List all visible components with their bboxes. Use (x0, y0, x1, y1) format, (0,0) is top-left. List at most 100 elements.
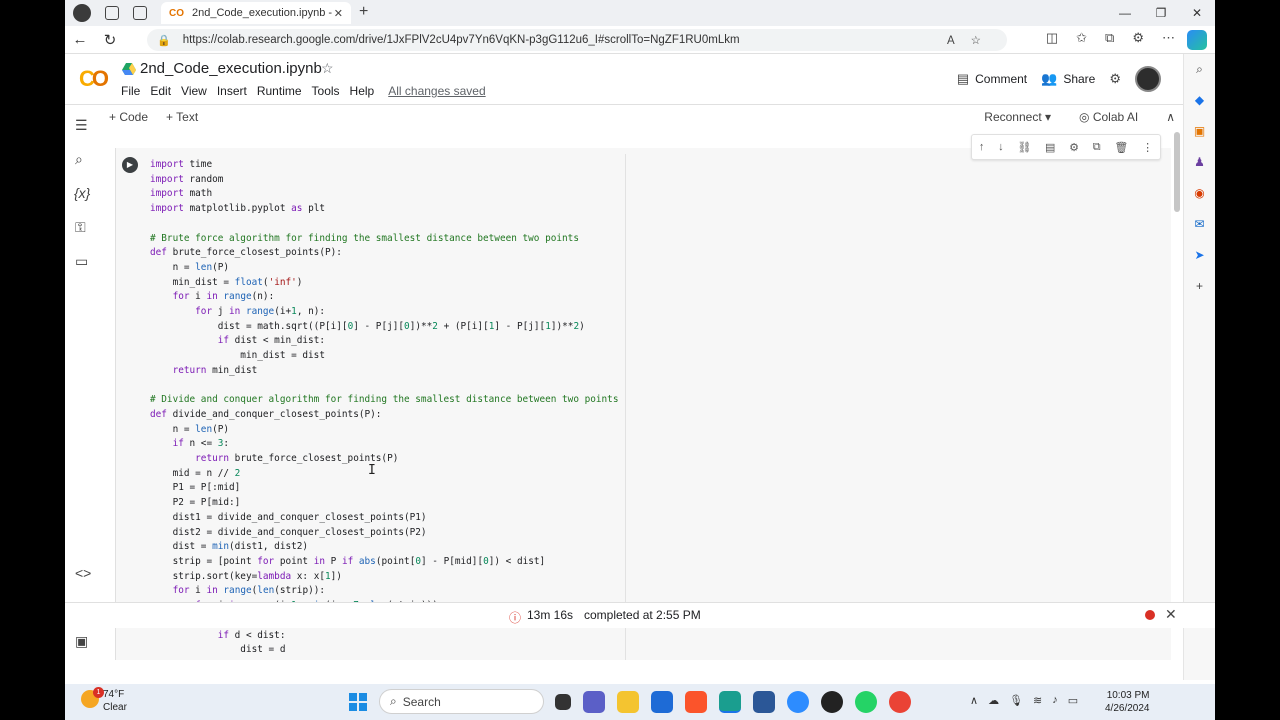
word-icon[interactable] (753, 691, 775, 713)
code-line[interactable]: for j in range(i+1, n): (150, 305, 658, 320)
minimize-icon[interactable]: — (1107, 0, 1143, 26)
save-status[interactable]: All changes saved (388, 84, 485, 98)
code-line[interactable]: if n <= 3: (150, 437, 658, 452)
code-line[interactable]: min_dist = dist (150, 349, 658, 364)
add-text-button[interactable]: + Text (166, 110, 198, 124)
code-line[interactable]: for i in range(len(strip)): (150, 584, 658, 599)
code-line[interactable]: dist = math.sqrt((P[i][0] - P[j][0])**2 … (150, 320, 658, 335)
edge-icon[interactable] (719, 691, 741, 713)
menu-view[interactable]: View (181, 84, 207, 98)
onedrive-icon[interactable]: ☁ (988, 694, 999, 707)
microphone-icon[interactable]: 🎙 (1009, 694, 1023, 707)
restore-icon[interactable]: ❐ (1143, 0, 1179, 26)
code-line[interactable]: P2 = P[mid:] (150, 496, 658, 511)
menu-runtime[interactable]: Runtime (257, 84, 302, 98)
code-line[interactable]: dist2 = divide_and_conquer_closest_point… (150, 526, 658, 541)
battery-icon[interactable]: ▭ (1068, 694, 1078, 707)
colab-ai-button[interactable]: ◎ Colab AI (1079, 110, 1138, 124)
clock[interactable]: 10:03 PM 4/26/2024 (1105, 689, 1150, 715)
code-line[interactable]: def brute_force_closest_points(P): (150, 246, 658, 261)
code-line[interactable]: # Divide and conquer algorithm for findi… (150, 393, 658, 408)
settings-gear-icon[interactable]: ⚙ (1109, 71, 1121, 87)
mirror-cell-icon[interactable]: ⧉ (1093, 141, 1101, 154)
code-line[interactable]: return brute_force_closest_points(P) (150, 452, 658, 467)
sidebar-tools-icon[interactable]: ▣ (1184, 116, 1215, 147)
comment-cell-icon[interactable]: ▤ (1045, 141, 1055, 154)
close-window-icon[interactable]: ✕ (1179, 0, 1215, 26)
taskbar-search[interactable]: ⌕ Search (379, 689, 544, 714)
run-cell-button[interactable]: ▶ (122, 157, 138, 173)
split-screen-icon[interactable]: ◫ (1046, 30, 1058, 46)
more-vert-icon[interactable]: ⋮ (1142, 141, 1153, 154)
code-line[interactable]: return min_dist (150, 364, 658, 379)
search-icon[interactable]: ⌕ (75, 151, 83, 168)
sidebar-send-icon[interactable]: ➤ (1184, 240, 1215, 271)
workspaces-icon[interactable] (105, 6, 119, 20)
code-line[interactable]: if d < dist: (150, 629, 658, 644)
favorites-icon[interactable]: ✩ (1076, 30, 1087, 46)
sidebar-outlook-icon[interactable]: ✉ (1184, 209, 1215, 240)
code-line[interactable]: dist1 = divide_and_conquer_closest_point… (150, 511, 658, 526)
code-line[interactable]: import matplotlib.pyplot as plt (150, 202, 658, 217)
files-folder-icon[interactable]: ▭ (75, 253, 88, 270)
terminal-icon[interactable]: ▣ (75, 633, 88, 650)
code-line[interactable]: if dist < min_dist: (150, 334, 658, 349)
tray-chevron-icon[interactable]: ∧ (970, 694, 978, 707)
tab-actions-icon[interactable] (133, 6, 147, 20)
store-icon[interactable] (651, 691, 673, 713)
code-line[interactable]: n = len(P) (150, 423, 658, 438)
new-tab-button[interactable]: + (359, 3, 368, 21)
code-line[interactable]: strip = [point for point in P if abs(poi… (150, 555, 658, 570)
share-button[interactable]: 👥 Share (1041, 71, 1095, 87)
weather-widget[interactable]: 1 74°F Clear (81, 687, 127, 714)
zoom-icon[interactable] (787, 691, 809, 713)
sidebar-office-icon[interactable]: ◉ (1184, 178, 1215, 209)
menu-insert[interactable]: Insert (217, 84, 247, 98)
code-line[interactable]: dist = min(dist1, dist2) (150, 540, 658, 555)
comment-button[interactable]: ▤ Comment (957, 71, 1027, 87)
scrollbar-thumb[interactable] (1174, 132, 1180, 212)
volume-icon[interactable]: ♪ (1052, 694, 1058, 707)
code-line[interactable]: import random (150, 173, 658, 188)
browser-profile-avatar[interactable] (73, 4, 91, 22)
code-line[interactable] (150, 217, 658, 232)
sidebar-search-icon[interactable]: ⌕ (1184, 54, 1215, 85)
reconnect-button[interactable]: Reconnect ▾ (984, 110, 1051, 124)
media-player-icon[interactable] (821, 691, 843, 713)
menu-file[interactable]: File (121, 84, 140, 98)
wifi-icon[interactable]: ≋ (1033, 694, 1042, 707)
menu-tools[interactable]: Tools (312, 84, 340, 98)
copilot-icon[interactable] (1187, 30, 1207, 50)
close-tab-icon[interactable]: ✕ (334, 7, 343, 20)
code-line[interactable]: def divide_and_conquer_closest_points(P)… (150, 408, 658, 423)
collapse-chevron-icon[interactable]: ∧ (1166, 110, 1175, 124)
code-line[interactable]: import time (150, 158, 658, 173)
code-line[interactable]: min_dist = float('inf') (150, 276, 658, 291)
code-line[interactable]: import math (150, 187, 658, 202)
sidebar-shopping-icon[interactable]: ◆ (1184, 85, 1215, 116)
table-of-contents-icon[interactable]: ☰ (75, 117, 88, 134)
code-line[interactable]: strip.sort(key=lambda x: x[1]) (150, 570, 658, 585)
add-code-button[interactable]: + Code (109, 110, 148, 124)
code-line[interactable]: P1 = P[:mid] (150, 481, 658, 496)
read-aloud-and-favorite-icons[interactable]: A☆ (947, 33, 997, 47)
colab-logo[interactable]: CO (79, 66, 109, 92)
code-line[interactable]: # Brute force algorithm for finding the … (150, 232, 658, 247)
more-icon[interactable]: ⋯ (1162, 30, 1175, 46)
sidebar-games-icon[interactable]: ♟ (1184, 147, 1215, 178)
sidebar-add-icon[interactable]: + (1184, 271, 1215, 302)
code-editor[interactable]: import time import random import math impor… (150, 158, 658, 658)
code-snippets-icon[interactable]: <> (75, 565, 91, 581)
task-view-icon[interactable] (555, 694, 571, 710)
collections-icon[interactable]: ⧉ (1105, 30, 1114, 46)
close-status-icon[interactable]: ✕ (1165, 606, 1177, 623)
menu-edit[interactable]: Edit (150, 84, 171, 98)
whatsapp-icon[interactable] (855, 691, 877, 713)
delete-icon[interactable]: 🗑 (1114, 141, 1128, 154)
notebook-title[interactable]: 2nd_Code_execution.ipynb (140, 60, 322, 77)
user-avatar[interactable] (1135, 66, 1161, 92)
code-line[interactable]: n = len(P) (150, 261, 658, 276)
brave-icon[interactable] (685, 691, 707, 713)
url-field[interactable]: 🔒 https://colab.research.google.com/driv… (147, 29, 1007, 51)
code-line[interactable]: dist = d (150, 643, 658, 658)
